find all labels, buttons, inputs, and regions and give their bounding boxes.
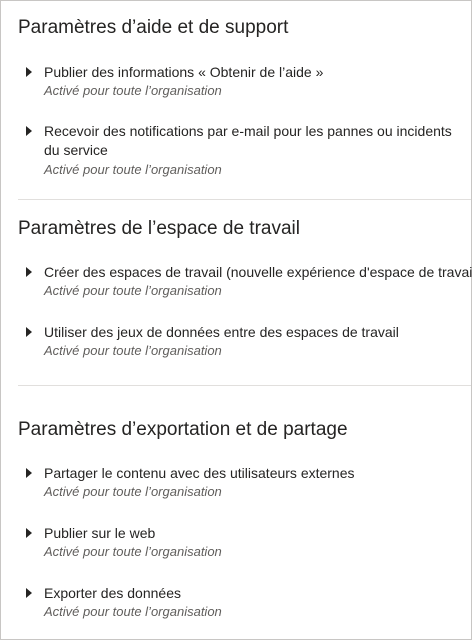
setting-label: Créer des espaces de travail (nouvelle e… bbox=[44, 264, 472, 280]
expand-caret-icon[interactable] bbox=[26, 528, 32, 538]
setting-status: Activé pour toute l’organisation bbox=[44, 283, 222, 298]
section-title-export-sharing: Paramètres d’exportation et de partage bbox=[18, 419, 348, 440]
setting-publish-get-help[interactable]: Publier des informations « Obtenir de l’… bbox=[21, 63, 466, 103]
expand-caret-icon[interactable] bbox=[26, 126, 32, 136]
setting-share-external-users[interactable]: Partager le contenu avec des utilisateur… bbox=[21, 464, 466, 504]
setting-label: Utiliser des jeux de données entre des e… bbox=[44, 324, 399, 340]
tenant-settings-panel: Paramètres d’aide et de support Publier … bbox=[0, 0, 472, 640]
setting-label: Exporter des données bbox=[44, 585, 181, 601]
expand-caret-icon[interactable] bbox=[26, 588, 32, 598]
expand-caret-icon[interactable] bbox=[26, 468, 32, 478]
expand-caret-icon[interactable] bbox=[26, 267, 32, 277]
section-title-workspace: Paramètres de l’espace de travail bbox=[18, 218, 300, 239]
setting-publish-to-web[interactable]: Publier sur le web Activé pour toute l’o… bbox=[21, 524, 466, 564]
setting-create-workspaces[interactable]: Créer des espaces de travail (nouvelle e… bbox=[21, 263, 472, 303]
setting-status: Activé pour toute l’organisation bbox=[44, 343, 222, 358]
setting-label: Partager le contenu avec des utilisateur… bbox=[44, 465, 355, 481]
setting-label: Recevoir des notifications par e-mail po… bbox=[44, 123, 452, 158]
setting-label: Publier des informations « Obtenir de l’… bbox=[44, 64, 324, 80]
setting-status: Activé pour toute l’organisation bbox=[44, 544, 222, 559]
setting-status: Activé pour toute l’organisation bbox=[44, 83, 222, 98]
setting-use-datasets-across-workspaces[interactable]: Utiliser des jeux de données entre des e… bbox=[21, 323, 466, 363]
expand-caret-icon[interactable] bbox=[26, 67, 32, 77]
section-divider bbox=[18, 385, 471, 386]
setting-status: Activé pour toute l’organisation bbox=[44, 162, 222, 177]
section-divider bbox=[18, 199, 471, 200]
setting-email-outage-notifications[interactable]: Recevoir des notifications par e-mail po… bbox=[21, 122, 466, 180]
setting-export-data[interactable]: Exporter des données Activé pour toute l… bbox=[21, 584, 466, 624]
setting-status: Activé pour toute l’organisation bbox=[44, 604, 222, 619]
expand-caret-icon[interactable] bbox=[26, 327, 32, 337]
setting-status: Activé pour toute l’organisation bbox=[44, 484, 222, 499]
setting-label: Publier sur le web bbox=[44, 525, 156, 541]
section-title-help-support: Paramètres d’aide et de support bbox=[18, 17, 289, 38]
